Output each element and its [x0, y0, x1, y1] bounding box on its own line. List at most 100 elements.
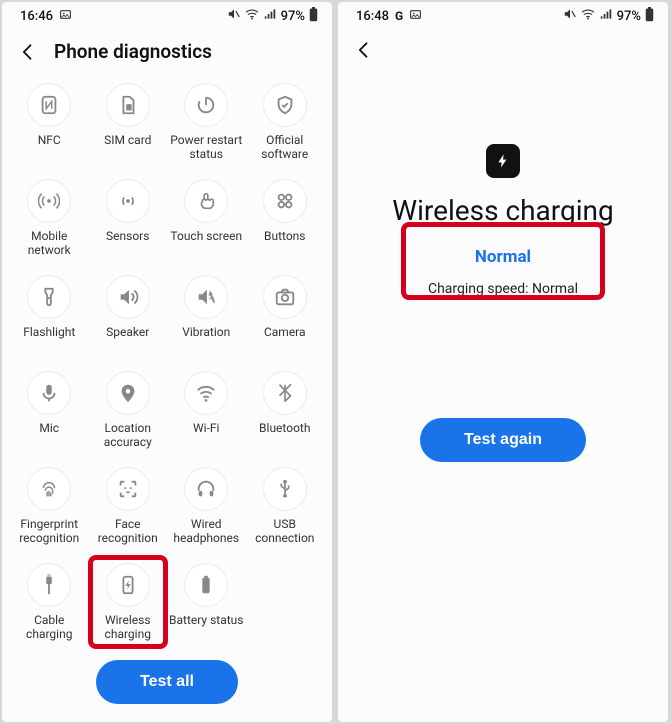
headphones-icon: [184, 467, 228, 511]
speaker-icon: [106, 275, 150, 319]
phone-diagnostics-screen: 16:46 97% Phone diagnostics NF: [2, 2, 332, 722]
diag-item-label: USB connection: [253, 517, 316, 546]
battery-icon: [309, 7, 318, 26]
cable-icon: [27, 563, 71, 607]
diag-item-camera[interactable]: Camera: [246, 269, 325, 361]
result-area: Wireless charging Normal Charging speed:…: [338, 74, 668, 722]
diag-item-label: Face recognition: [96, 517, 160, 546]
battery-percent: 97%: [281, 9, 305, 24]
nfc-icon: [27, 83, 71, 127]
google-indicator: G: [395, 9, 403, 23]
page-title: Phone diagnostics: [54, 40, 212, 63]
status-time: 16:48: [356, 9, 389, 24]
diag-item-nfc[interactable]: NFC: [10, 77, 89, 169]
diag-item-headphones[interactable]: Wired headphones: [167, 461, 246, 553]
diag-item-cable[interactable]: Cable charging: [10, 557, 89, 649]
diag-item-vibration[interactable]: Vibration: [167, 269, 246, 361]
diag-item-face[interactable]: Face recognition: [89, 461, 168, 553]
status-bar: 16:46 97%: [2, 2, 332, 30]
result-title: Wireless charging: [392, 194, 613, 227]
usb-icon: [263, 467, 307, 511]
vibration-icon: [184, 275, 228, 319]
footer: Test all: [2, 650, 332, 722]
bluetooth-icon: [263, 371, 307, 415]
diag-item-label: Wired headphones: [171, 517, 241, 546]
diag-item-label: Wi-Fi: [191, 421, 221, 435]
diag-item-sim[interactable]: SIM card: [89, 77, 168, 169]
touch-icon: [184, 179, 228, 223]
flashlight-icon: [27, 275, 71, 319]
shield-icon: [263, 83, 307, 127]
mute-icon: [563, 7, 577, 25]
diag-item-label: SIM card: [102, 133, 153, 147]
diag-item-bolt[interactable]: Wireless charging: [89, 557, 168, 649]
diag-item-label: Bluetooth: [257, 421, 312, 435]
diag-item-label: NFC: [36, 133, 63, 147]
diag-item-label: Vibration: [180, 325, 232, 339]
camera-icon: [263, 275, 307, 319]
wifi-icon: [184, 371, 228, 415]
diag-item-label: Mobile network: [26, 229, 73, 258]
fingerprint-icon: [27, 467, 71, 511]
wireless-charging-result-screen: 16:48 G 97%: [338, 2, 668, 722]
power-icon: [184, 83, 228, 127]
diag-item-sensors[interactable]: Sensors: [89, 173, 168, 265]
diag-item-label: Battery status: [167, 613, 245, 627]
diag-item-label: Buttons: [262, 229, 308, 243]
bolt-icon: [106, 563, 150, 607]
diag-item-label: Flashlight: [21, 325, 77, 339]
diag-item-fingerprint[interactable]: Fingerprint recognition: [10, 461, 89, 553]
buttons-icon: [263, 179, 307, 223]
sim-icon: [106, 83, 150, 127]
mic-icon: [27, 371, 71, 415]
diag-item-label: Official software: [259, 133, 310, 162]
test-again-button[interactable]: Test again: [420, 418, 586, 462]
diag-item-label: Wireless charging: [103, 613, 153, 642]
diag-item-mic[interactable]: Mic: [10, 365, 89, 457]
battery-percent: 97%: [617, 9, 641, 24]
battery-icon: [184, 563, 228, 607]
signal-icon: [599, 7, 613, 25]
mute-icon: [227, 7, 241, 25]
diag-item-antenna[interactable]: Mobile network: [10, 173, 89, 265]
back-button[interactable]: [18, 42, 38, 62]
sensors-icon: [106, 179, 150, 223]
diag-item-label: Sensors: [104, 229, 151, 243]
diag-item-usb[interactable]: USB connection: [246, 461, 325, 553]
diag-item-buttons[interactable]: Buttons: [246, 173, 325, 265]
diag-item-power[interactable]: Power restart status: [167, 77, 246, 169]
diagnostics-grid: NFC SIM card Power restart status Official …: [2, 77, 332, 650]
test-all-button[interactable]: Test all: [96, 660, 238, 704]
wifi-icon: [245, 7, 259, 25]
antenna-icon: [27, 179, 71, 223]
diag-item-label: Power restart status: [168, 133, 244, 162]
header: Phone diagnostics: [2, 30, 332, 77]
gallery-indicator-icon: [59, 8, 72, 25]
diag-item-flashlight[interactable]: Flashlight: [10, 269, 89, 361]
diag-item-shield[interactable]: Official software: [246, 77, 325, 169]
gallery-indicator-icon: [409, 8, 422, 25]
result-status: Normal: [475, 247, 531, 267]
diag-item-wifi[interactable]: Wi-Fi: [167, 365, 246, 457]
diag-item-speaker[interactable]: Speaker: [89, 269, 168, 361]
status-time: 16:46: [20, 9, 53, 24]
diag-item-battery[interactable]: Battery status: [167, 557, 246, 649]
diag-item-label: Touch screen: [168, 229, 244, 243]
signal-icon: [263, 7, 277, 25]
location-icon: [106, 371, 150, 415]
diag-item-bluetooth[interactable]: Bluetooth: [246, 365, 325, 457]
face-icon: [106, 467, 150, 511]
diag-item-label: Camera: [262, 325, 308, 339]
header: [338, 30, 668, 74]
diag-item-label: Mic: [37, 421, 61, 435]
battery-icon: [645, 7, 654, 26]
diag-item-label: Speaker: [104, 325, 151, 339]
diag-item-location[interactable]: Location accuracy: [89, 365, 168, 457]
wifi-icon: [581, 7, 595, 25]
back-button[interactable]: [354, 40, 374, 60]
diag-item-label: Fingerprint recognition: [17, 517, 81, 546]
diag-item-label: Cable charging: [24, 613, 74, 642]
bolt-icon: [486, 144, 520, 178]
result-detail: Charging speed: Normal: [428, 281, 578, 297]
diag-item-touch[interactable]: Touch screen: [167, 173, 246, 265]
